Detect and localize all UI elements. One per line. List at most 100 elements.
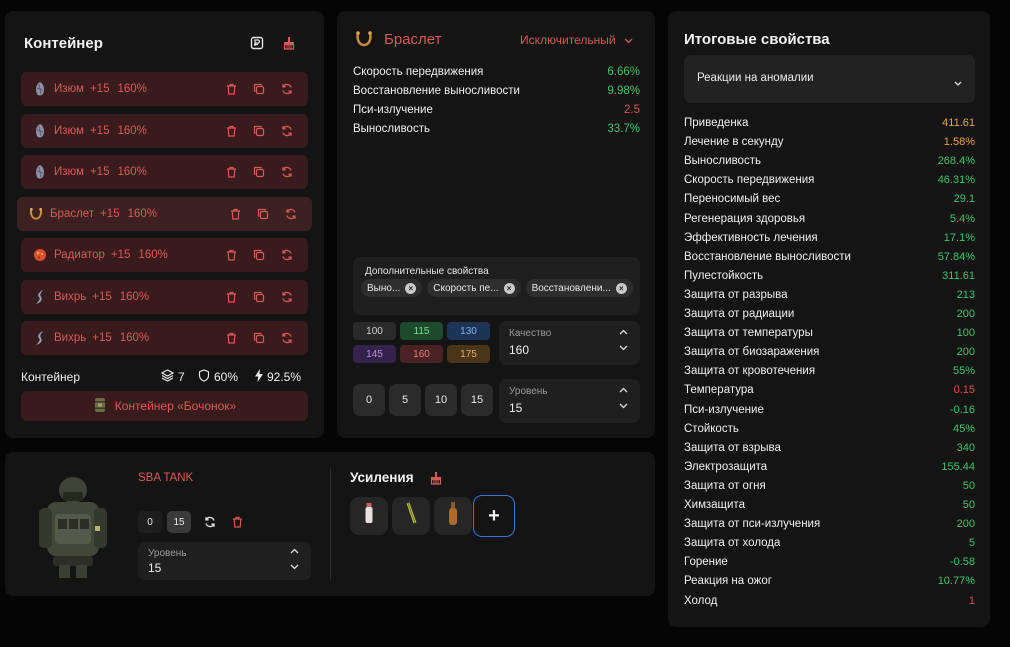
close-icon[interactable]: × bbox=[615, 282, 627, 294]
total-property-value: 5.4% bbox=[949, 212, 975, 225]
container-item[interactable]: Изюм +15 160% bbox=[21, 72, 308, 106]
rarity-value: Исключительный bbox=[520, 33, 616, 47]
container-item[interactable]: Браслет +15 160% bbox=[17, 197, 312, 231]
total-property-row: Скорость передвижения 46.31% bbox=[684, 174, 975, 186]
totals-filter-dropdown[interactable]: Реакции на аномалии bbox=[684, 55, 975, 103]
boost-slot-1[interactable] bbox=[350, 497, 388, 535]
copy-icon[interactable] bbox=[252, 82, 266, 96]
extra-property-chip[interactable]: Восстановлени... × bbox=[525, 279, 633, 297]
total-property-name: Защита от температуры bbox=[684, 327, 813, 340]
total-property-value: 10.77% bbox=[937, 575, 975, 588]
item-level: +15 bbox=[92, 291, 112, 303]
document-icon[interactable] bbox=[249, 35, 265, 51]
refresh-icon[interactable] bbox=[280, 82, 294, 96]
artifact-level-button[interactable]: 5 bbox=[389, 384, 421, 416]
bottle-icon bbox=[447, 501, 459, 532]
rarity-dropdown[interactable]: Исключительный bbox=[520, 33, 633, 47]
artifact-level-button[interactable]: 0 bbox=[353, 384, 385, 416]
container-type-button[interactable]: Контейнер «Бочонок» bbox=[21, 391, 308, 421]
artifact-level-button[interactable]: 10 bbox=[425, 384, 457, 416]
refresh-icon[interactable] bbox=[280, 331, 294, 345]
broom-icon[interactable] bbox=[428, 470, 444, 486]
trash-icon[interactable] bbox=[229, 514, 245, 530]
quality-option[interactable]: 130 bbox=[447, 322, 490, 340]
container-item[interactable]: Изюм +15 160% bbox=[21, 155, 308, 189]
refresh-icon[interactable] bbox=[280, 124, 294, 138]
trash-icon[interactable] bbox=[224, 82, 238, 96]
total-property-row: Холод 1 bbox=[684, 595, 975, 607]
total-property-value: 340 bbox=[956, 441, 975, 454]
quality-option[interactable]: 160 bbox=[400, 345, 443, 363]
property-value: 33.7% bbox=[607, 123, 640, 135]
vertical-divider bbox=[330, 468, 331, 580]
boost-slot-3[interactable] bbox=[434, 497, 472, 535]
total-property-name: Реакция на ожог bbox=[684, 575, 772, 588]
item-name: Вихрь bbox=[54, 332, 87, 344]
total-property-row: Защита от огня 50 bbox=[684, 480, 975, 492]
container-item[interactable]: Изюм +15 160% bbox=[21, 114, 308, 148]
item-name: Радиатор bbox=[54, 249, 105, 261]
quality-option[interactable]: 145 bbox=[353, 345, 396, 363]
trash-icon[interactable] bbox=[224, 331, 238, 345]
broom-icon[interactable] bbox=[281, 35, 297, 51]
quality-select[interactable]: Качество 160 bbox=[499, 321, 640, 365]
armor-level-button-0[interactable]: 0 bbox=[138, 511, 162, 533]
trash-icon[interactable] bbox=[224, 165, 238, 179]
refresh-icon[interactable] bbox=[280, 290, 294, 304]
total-property-row: Защита от разрыва 213 bbox=[684, 289, 975, 301]
boost-slot-2[interactable] bbox=[392, 497, 430, 535]
artifact-level-button[interactable]: 15 bbox=[461, 384, 493, 416]
extra-property-chip[interactable]: Выно... × bbox=[361, 279, 423, 297]
copy-icon[interactable] bbox=[252, 165, 266, 179]
copy-icon[interactable] bbox=[252, 331, 266, 345]
container-item[interactable]: Вихрь +15 160% bbox=[21, 321, 308, 355]
quality-option[interactable]: 175 bbox=[447, 345, 490, 363]
trash-icon[interactable] bbox=[224, 290, 238, 304]
chevron-down-icon bbox=[624, 33, 633, 47]
total-property-name: Выносливость bbox=[684, 155, 761, 168]
total-property-row: Химзащита 50 bbox=[684, 499, 975, 511]
quality-option[interactable]: 100 bbox=[353, 322, 396, 340]
refresh-icon[interactable] bbox=[284, 207, 298, 221]
container-title: Контейнер bbox=[24, 35, 103, 52]
total-property-row: Стойкость 45% bbox=[684, 423, 975, 435]
radiator-artifact-icon bbox=[33, 247, 47, 263]
property-name: Восстановление выносливости bbox=[353, 85, 520, 97]
chip-label: Скорость пе... bbox=[433, 282, 499, 294]
extra-property-chip[interactable]: Скорость пе... × bbox=[427, 279, 521, 297]
copy-icon[interactable] bbox=[252, 290, 266, 304]
trash-icon[interactable] bbox=[228, 207, 242, 221]
copy-icon[interactable] bbox=[256, 207, 270, 221]
total-property-value: 311.61 bbox=[942, 269, 975, 282]
property-name: Пси-излучение bbox=[353, 104, 433, 116]
item-actions bbox=[224, 155, 294, 189]
armor-level-select[interactable]: Уровень 15 bbox=[138, 542, 311, 580]
raisin-artifact-icon bbox=[33, 81, 47, 97]
close-icon[interactable]: × bbox=[405, 282, 417, 294]
total-property-name: Регенерация здоровья bbox=[684, 212, 806, 225]
container-item[interactable]: Радиатор +15 160% bbox=[21, 238, 308, 272]
total-property-name: Переносимый вес bbox=[684, 193, 781, 206]
close-icon[interactable]: × bbox=[503, 282, 515, 294]
total-property-row: Защита от температуры 100 bbox=[684, 327, 975, 339]
total-property-value: 200 bbox=[956, 346, 975, 359]
armor-level-button-15[interactable]: 15 bbox=[167, 511, 191, 533]
copy-icon[interactable] bbox=[252, 124, 266, 138]
artifact-level-select[interactable]: Уровень 15 bbox=[499, 379, 640, 423]
copy-icon[interactable] bbox=[252, 248, 266, 262]
layers-icon bbox=[160, 369, 175, 385]
refresh-icon[interactable] bbox=[202, 514, 218, 530]
updown-chevron-icon bbox=[619, 329, 628, 354]
efficiency-value: 92.5% bbox=[267, 370, 302, 384]
total-property-value: 0.15 bbox=[953, 384, 975, 397]
quality-option[interactable]: 115 bbox=[400, 322, 443, 340]
item-level: +15 bbox=[89, 83, 110, 95]
container-item[interactable]: Вихрь +15 160% bbox=[21, 280, 308, 314]
refresh-icon[interactable] bbox=[280, 165, 294, 179]
trash-icon[interactable] bbox=[224, 248, 238, 262]
total-property-row: Выносливость 268.4% bbox=[684, 155, 975, 167]
refresh-icon[interactable] bbox=[280, 248, 294, 262]
add-boost-button[interactable]: + bbox=[473, 495, 515, 537]
trash-icon[interactable] bbox=[224, 124, 238, 138]
item-quality: 160% bbox=[117, 83, 147, 95]
